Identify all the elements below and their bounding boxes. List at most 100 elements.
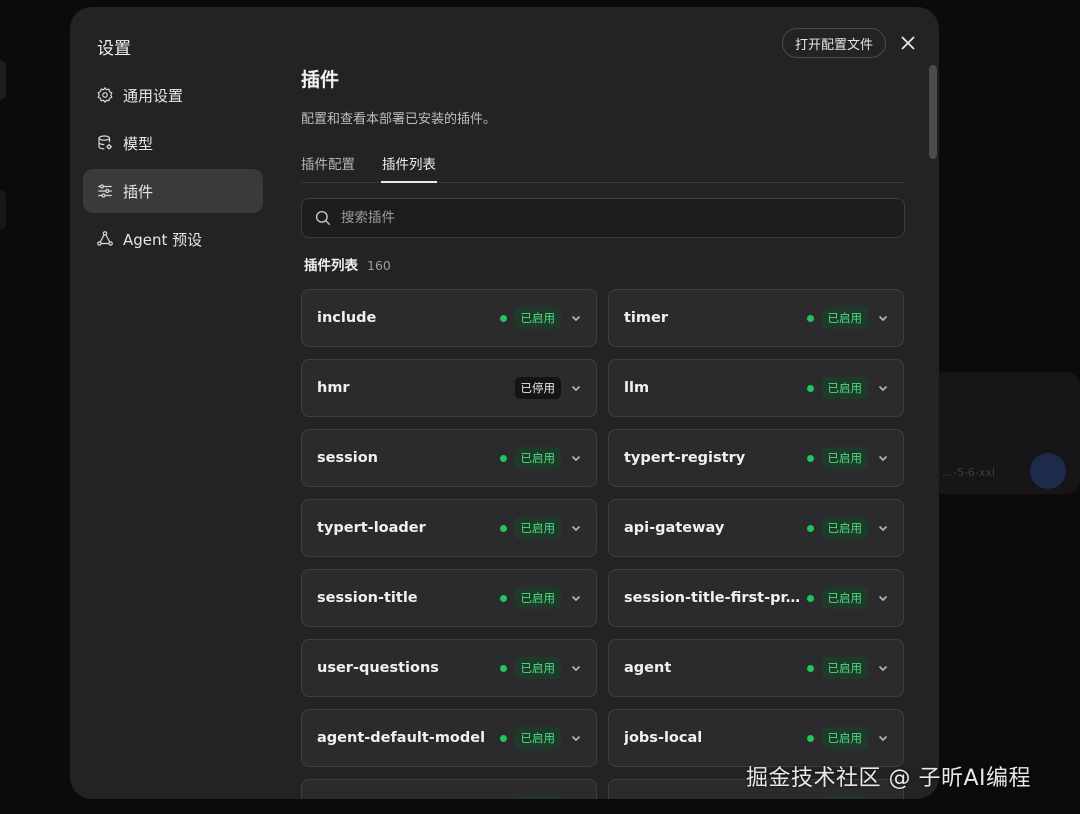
close-button[interactable]: [896, 31, 920, 55]
watermark-text: 掘金技术社区 @ 子昕AI编程: [746, 766, 1032, 791]
background-card-text: …-5-6-xxl: [942, 466, 995, 479]
status-dot: [806, 664, 814, 672]
plugin-count: 160: [367, 258, 391, 273]
scrollbar-thumb[interactable]: [929, 65, 937, 159]
tab-plugin-config[interactable]: 插件配置: [301, 147, 355, 182]
sidebar-item-label: 插件: [123, 182, 154, 201]
sidebar-item-label: Agent 预设: [123, 230, 203, 249]
open-config-file-button[interactable]: 打开配置文件: [782, 28, 887, 58]
status-badge: 已启用: [821, 587, 868, 609]
plugin-name: typert-loader: [317, 520, 426, 536]
chevron-down-icon[interactable]: [877, 382, 889, 394]
plugin-card[interactable]: session 已启用: [301, 429, 597, 487]
sidebar-item-models[interactable]: 模型: [83, 121, 263, 165]
chevron-down-icon[interactable]: [570, 522, 582, 534]
search-icon: [315, 210, 331, 226]
plugin-card[interactable]: api-gateway 已启用: [608, 499, 904, 557]
chevron-down-icon[interactable]: [570, 382, 582, 394]
plugin-card[interactable]: agent 已启用: [608, 639, 904, 697]
plugin-name: user-questions: [317, 660, 439, 676]
chevron-down-icon[interactable]: [877, 662, 889, 674]
status-badge: 已启用: [821, 797, 868, 799]
status-dot: [499, 314, 507, 322]
status-dot: [499, 594, 507, 602]
chevron-down-icon[interactable]: [877, 732, 889, 744]
chevron-down-icon[interactable]: [877, 522, 889, 534]
plugin-name: timer: [624, 310, 668, 326]
plugin-list-header: 插件列表 160: [301, 254, 905, 274]
sidebar-item-label: 通用设置: [123, 86, 184, 105]
chevron-down-icon[interactable]: [570, 312, 582, 324]
chevron-down-icon[interactable]: [570, 452, 582, 464]
status-badge: 已启用: [821, 447, 868, 469]
chevron-down-icon[interactable]: [570, 662, 582, 674]
sidebar-item-general[interactable]: 通用设置: [83, 73, 263, 117]
status-badge: 已启用: [821, 727, 868, 749]
status-badge: 已启用: [514, 307, 561, 329]
plugin-card[interactable]: session-title 已启用: [301, 569, 597, 627]
status-dot: [806, 594, 814, 602]
plugin-card[interactable]: jobs-local 已启用: [608, 709, 904, 767]
status-badge: 已启用: [821, 657, 868, 679]
chevron-down-icon[interactable]: [877, 312, 889, 324]
settings-sidebar: 通用设置 模型 插件 Agent 预设: [83, 73, 263, 265]
chevron-down-icon[interactable]: [877, 592, 889, 604]
plugins-panel: 插件 配置和查看本部署已安装的插件。 插件配置 插件列表 插件列表 160 in…: [301, 65, 905, 799]
plugin-name: session-title-first-pr...: [624, 590, 803, 606]
plugin-name: hmr: [317, 380, 350, 396]
sliders-icon: [96, 182, 114, 200]
status-badge: 已启用: [821, 307, 868, 329]
status-dot: [499, 454, 507, 462]
status-dot: [806, 454, 814, 462]
plugin-name: session: [317, 450, 378, 466]
settings-modal: 设置 打开配置文件 通用设置 模型 插件 Agent 预设 插件 配置和查看本部…: [70, 7, 939, 799]
plugin-name: typert-registry: [624, 450, 746, 466]
plugin-card[interactable]: agent-default-model 已启用: [301, 709, 597, 767]
modal-title: 设置: [97, 39, 131, 59]
sidebar-item-agent-presets[interactable]: Agent 预设: [83, 217, 263, 261]
status-badge: 已启用: [821, 517, 868, 539]
status-badge: 已启用: [514, 447, 561, 469]
status-badge: 已停用: [514, 377, 561, 399]
plugin-name: agent: [624, 660, 672, 676]
sidebar-item-plugins[interactable]: 插件: [83, 169, 263, 213]
network-icon: [96, 230, 114, 248]
status-dot: [499, 524, 507, 532]
background-avatar: [1030, 453, 1066, 489]
status-dot: [806, 384, 814, 392]
plugin-card[interactable]: typert-loader 已启用: [301, 499, 597, 557]
plugin-name: session-title: [317, 590, 418, 606]
status-dot: [806, 734, 814, 742]
page-description: 配置和查看本部署已安装的插件。: [301, 112, 497, 127]
database-icon: [96, 134, 114, 152]
status-badge: 已启用: [514, 517, 561, 539]
plugin-card[interactable]: llm 已启用: [608, 359, 904, 417]
page-title: 插件: [301, 69, 340, 91]
status-dot: [806, 314, 814, 322]
chevron-down-icon[interactable]: [570, 592, 582, 604]
background-panel-edge: [0, 190, 6, 230]
plugin-name: agent-default-model: [317, 730, 486, 746]
plugin-name: include: [317, 310, 377, 326]
plugin-name: api-gateway: [624, 520, 725, 536]
plugin-card[interactable]: timer 已启用: [608, 289, 904, 347]
status-badge: 已启用: [514, 797, 561, 799]
plugin-card[interactable]: llm-retry已启用: [301, 779, 597, 799]
search-input[interactable]: [341, 210, 841, 226]
plugin-name: llm: [624, 380, 650, 396]
plugin-card[interactable]: user-questions 已启用: [301, 639, 597, 697]
tab-plugin-list[interactable]: 插件列表: [381, 147, 437, 183]
plugin-card[interactable]: hmr 已停用: [301, 359, 597, 417]
plugin-name: jobs-local: [624, 730, 703, 746]
tab-bar: 插件配置 插件列表: [301, 147, 905, 183]
status-dot: [499, 664, 507, 672]
status-badge: 已启用: [821, 377, 868, 399]
plugin-card[interactable]: include 已启用: [301, 289, 597, 347]
gear-icon: [96, 86, 114, 104]
plugin-card[interactable]: typert-registry 已启用: [608, 429, 904, 487]
chevron-down-icon[interactable]: [877, 452, 889, 464]
plugin-card[interactable]: session-title-first-pr... 已启用: [608, 569, 904, 627]
status-dot: [499, 734, 507, 742]
chevron-down-icon[interactable]: [570, 732, 582, 744]
sidebar-item-label: 模型: [123, 134, 154, 153]
